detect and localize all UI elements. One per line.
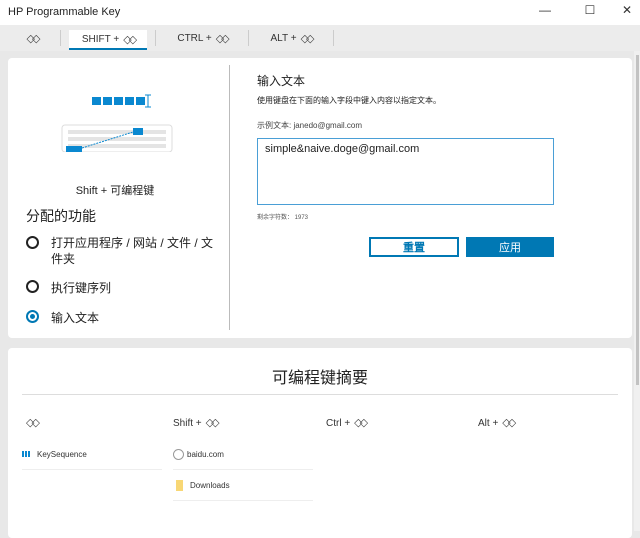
col-label: Ctrl + xyxy=(326,418,351,429)
radio-input-text[interactable]: 输入文本 xyxy=(26,309,99,326)
tab-label: ALT + xyxy=(270,32,297,44)
col-label: Shift + xyxy=(173,418,202,429)
input-description: 使用键盘在下面的输入字段中键入内容以指定文本。 xyxy=(257,96,441,105)
radio-key-sequence[interactable]: 执行键序列 xyxy=(26,279,111,296)
radio-label: 执行键序列 xyxy=(51,281,112,295)
apply-button[interactable]: 应用 xyxy=(466,237,554,257)
key-icon: ◇◇ xyxy=(300,32,315,45)
item-label: Downloads xyxy=(190,480,230,490)
summary-divider xyxy=(22,394,618,395)
tab-alt[interactable]: ALT + ◇◇ xyxy=(249,25,333,51)
radio-circle xyxy=(26,236,39,249)
globe-icon xyxy=(173,448,184,460)
scrollbar-thumb[interactable] xyxy=(636,55,639,385)
summary-col-ctrl: Ctrl + ◇◇ xyxy=(326,416,368,429)
example-text: 示例文本: janedo@gmail.com xyxy=(257,121,363,130)
tab-bar: ◇◇ SHIFT + ◇◇ CTRL + ◇◇ ALT + ◇◇ xyxy=(0,25,640,51)
key-icon: ◇◇ xyxy=(123,33,137,46)
tab-key[interactable]: ◇◇ xyxy=(0,25,60,51)
summary-item[interactable]: KeySequence xyxy=(22,439,162,470)
keyboard-illustration xyxy=(61,94,173,152)
item-label: KeySequence xyxy=(37,449,87,459)
function-heading: 分配的功能 xyxy=(26,208,96,224)
radio-label: 输入文本 xyxy=(51,311,100,325)
keysequence-icon xyxy=(22,451,31,457)
key-icon: ◇◇ xyxy=(26,32,41,45)
col-label: Alt + xyxy=(478,418,499,429)
key-icon: ◇◇ xyxy=(205,417,220,429)
radio-circle xyxy=(26,280,39,293)
folder-icon xyxy=(176,479,183,491)
close-button[interactable]: ✕ xyxy=(612,3,640,21)
radio-label: 打开应用程序 / 网站 / 文件 / 文件夹 xyxy=(51,236,214,266)
illustration-caption: Shift + 可编程键 xyxy=(75,185,155,197)
summary-col-alt: Alt + ◇◇ xyxy=(478,416,516,429)
maximize-button[interactable]: ☐ xyxy=(575,3,605,21)
tab-separator xyxy=(60,30,61,46)
item-label: baidu.com xyxy=(187,449,224,459)
tab-label: CTRL + xyxy=(177,32,212,44)
summary-item[interactable]: baidu.com xyxy=(173,439,313,470)
tab-separator xyxy=(333,30,334,46)
summary-col-key: ◇◇ xyxy=(22,416,40,429)
input-text-heading: 输入文本 xyxy=(257,74,306,88)
key-icon: ◇◇ xyxy=(502,417,516,429)
radio-open-app[interactable]: 打开应用程序 / 网站 / 文件 / 文件夹 xyxy=(26,235,216,267)
scrollbar[interactable] xyxy=(634,51,640,531)
remaining-chars: 剩余字符数： 1973 xyxy=(257,215,309,221)
radio-circle-selected xyxy=(26,310,39,323)
key-icon: ◇◇ xyxy=(215,32,230,45)
summary-title: 可编程键摘要 xyxy=(271,370,368,387)
summary-item[interactable]: Downloads xyxy=(173,470,313,501)
reset-button[interactable]: 重置 xyxy=(369,237,459,257)
tab-shift[interactable]: SHIFT + ◇◇ xyxy=(69,30,147,50)
summary-col-shift: Shift + ◇◇ xyxy=(173,416,220,429)
window-title: HP Programmable Key xyxy=(8,6,121,18)
tab-ctrl[interactable]: CTRL + ◇◇ xyxy=(156,25,248,51)
tab-label: SHIFT + xyxy=(81,33,120,45)
minimize-button[interactable]: — xyxy=(530,3,560,21)
text-input-field[interactable]: simple&naive.doge@gmail.com xyxy=(257,138,554,205)
key-icon: ◇◇ xyxy=(26,417,40,429)
key-icon: ◇◇ xyxy=(354,417,368,429)
